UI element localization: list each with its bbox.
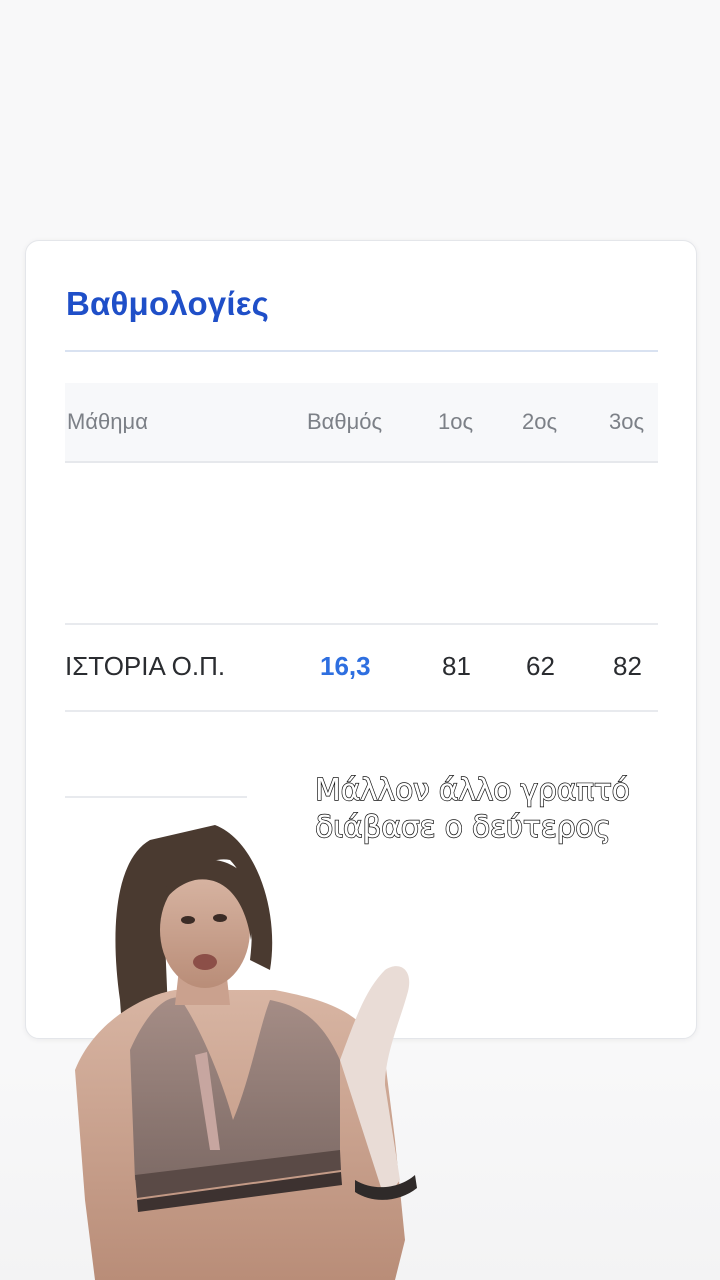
row-divider: [65, 796, 247, 798]
header-second: 2ος: [522, 409, 558, 434]
header-first: 1ος: [438, 409, 474, 434]
row-second: 62: [526, 651, 555, 681]
row-grade: 16,3: [320, 651, 371, 681]
header-grade: Βαθμός: [307, 409, 383, 434]
row-subject: ΙΣΤΟΡΙΑ Ο.Π.: [65, 651, 226, 681]
header-subject: Μάθημα: [67, 409, 148, 434]
video-screen: Βαθμολογίες Μάθημα Βαθμός 1ος 2ος 3ος ΙΣ…: [0, 0, 720, 1280]
row-divider: [65, 710, 658, 712]
grades-table-header: Μάθημα Βαθμός 1ος 2ος 3ος: [65, 383, 658, 463]
header-third: 3ος: [609, 409, 645, 434]
caption-line-1: Μάλλον άλλο γραπτό: [314, 772, 630, 808]
row-third: 82: [613, 651, 642, 681]
table-row[interactable]: ΙΣΤΟΡΙΑ Ο.Π. 16,3 81 62 82: [65, 625, 658, 711]
title-divider: [65, 350, 658, 352]
person-cutout-icon: [75, 825, 417, 1280]
row-first: 81: [442, 651, 471, 681]
grades-title: Βαθμολογίες: [66, 285, 269, 322]
